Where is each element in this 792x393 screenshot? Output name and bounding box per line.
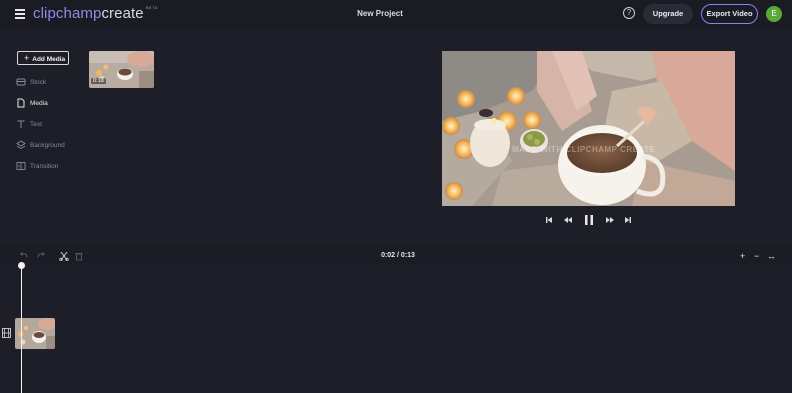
timeline-track-area[interactable] bbox=[0, 266, 792, 393]
sidebar-item-label: Stock bbox=[30, 79, 47, 86]
hamburger-menu-icon[interactable] bbox=[15, 9, 25, 19]
clipchamp-logo: clipchampcreate BETA bbox=[33, 5, 158, 22]
add-media-label: Add Media bbox=[32, 56, 66, 63]
duration-badge: 0:13 bbox=[91, 78, 106, 84]
zoom-out-button[interactable]: − bbox=[754, 250, 759, 262]
skip-to-start-icon[interactable] bbox=[545, 213, 553, 227]
project-title[interactable]: New Project bbox=[340, 9, 420, 18]
split-scissors-icon[interactable] bbox=[59, 251, 69, 261]
file-icon bbox=[17, 98, 25, 108]
undo-icon[interactable] bbox=[19, 251, 29, 261]
zoom-in-button[interactable]: + bbox=[740, 250, 745, 262]
pause-icon[interactable] bbox=[583, 213, 595, 227]
user-avatar[interactable]: E bbox=[766, 6, 782, 22]
sidebar-item-text[interactable]: Text bbox=[16, 119, 86, 131]
media-thumbnail[interactable]: 0:13 bbox=[89, 51, 154, 88]
sidebar-item-label: Media bbox=[30, 100, 48, 107]
logo-clipchamp-text: clipchamp bbox=[33, 5, 102, 22]
video-preview-frame bbox=[442, 51, 735, 206]
redo-icon[interactable] bbox=[36, 251, 46, 261]
plus-icon: + bbox=[24, 53, 30, 63]
zoom-fit-button[interactable]: ↔ bbox=[767, 250, 776, 262]
sidebar-item-stock[interactable]: Stock bbox=[16, 77, 86, 89]
delete-trash-icon[interactable] bbox=[74, 251, 84, 261]
stock-icon bbox=[16, 78, 26, 86]
sidebar-item-label: Text bbox=[30, 121, 42, 128]
rewind-icon[interactable] bbox=[563, 213, 573, 227]
watermark-text: MADE WITH CLIPCHAMP CREATE bbox=[512, 145, 656, 154]
export-video-button[interactable]: Export Video bbox=[701, 4, 758, 24]
video-preview[interactable]: MADE WITH CLIPCHAMP CREATE bbox=[442, 51, 735, 206]
logo-create-text: create bbox=[101, 5, 144, 22]
playhead-handle[interactable] bbox=[18, 262, 25, 269]
transition-icon bbox=[16, 162, 26, 170]
fast-forward-icon[interactable] bbox=[605, 213, 615, 227]
sidebar-item-label: Background bbox=[30, 142, 65, 149]
add-media-button[interactable]: + Add Media bbox=[17, 51, 69, 65]
video-track-film-icon bbox=[2, 328, 11, 338]
timecode-display: 0:02 / 0:13 bbox=[381, 252, 415, 259]
layers-icon bbox=[16, 140, 26, 150]
playhead-line[interactable] bbox=[21, 266, 22, 393]
sidebar-item-background[interactable]: Background bbox=[16, 140, 86, 152]
sidebar-item-transition[interactable]: Transition bbox=[16, 161, 86, 173]
upgrade-button[interactable]: Upgrade bbox=[643, 4, 693, 24]
skip-to-end-icon[interactable] bbox=[624, 213, 632, 227]
text-icon bbox=[17, 120, 25, 128]
help-icon[interactable]: ? bbox=[623, 7, 635, 19]
sidebar-item-label: Transition bbox=[30, 163, 59, 170]
beta-tag: BETA bbox=[145, 5, 158, 10]
sidebar-item-media[interactable]: Media bbox=[16, 98, 86, 110]
